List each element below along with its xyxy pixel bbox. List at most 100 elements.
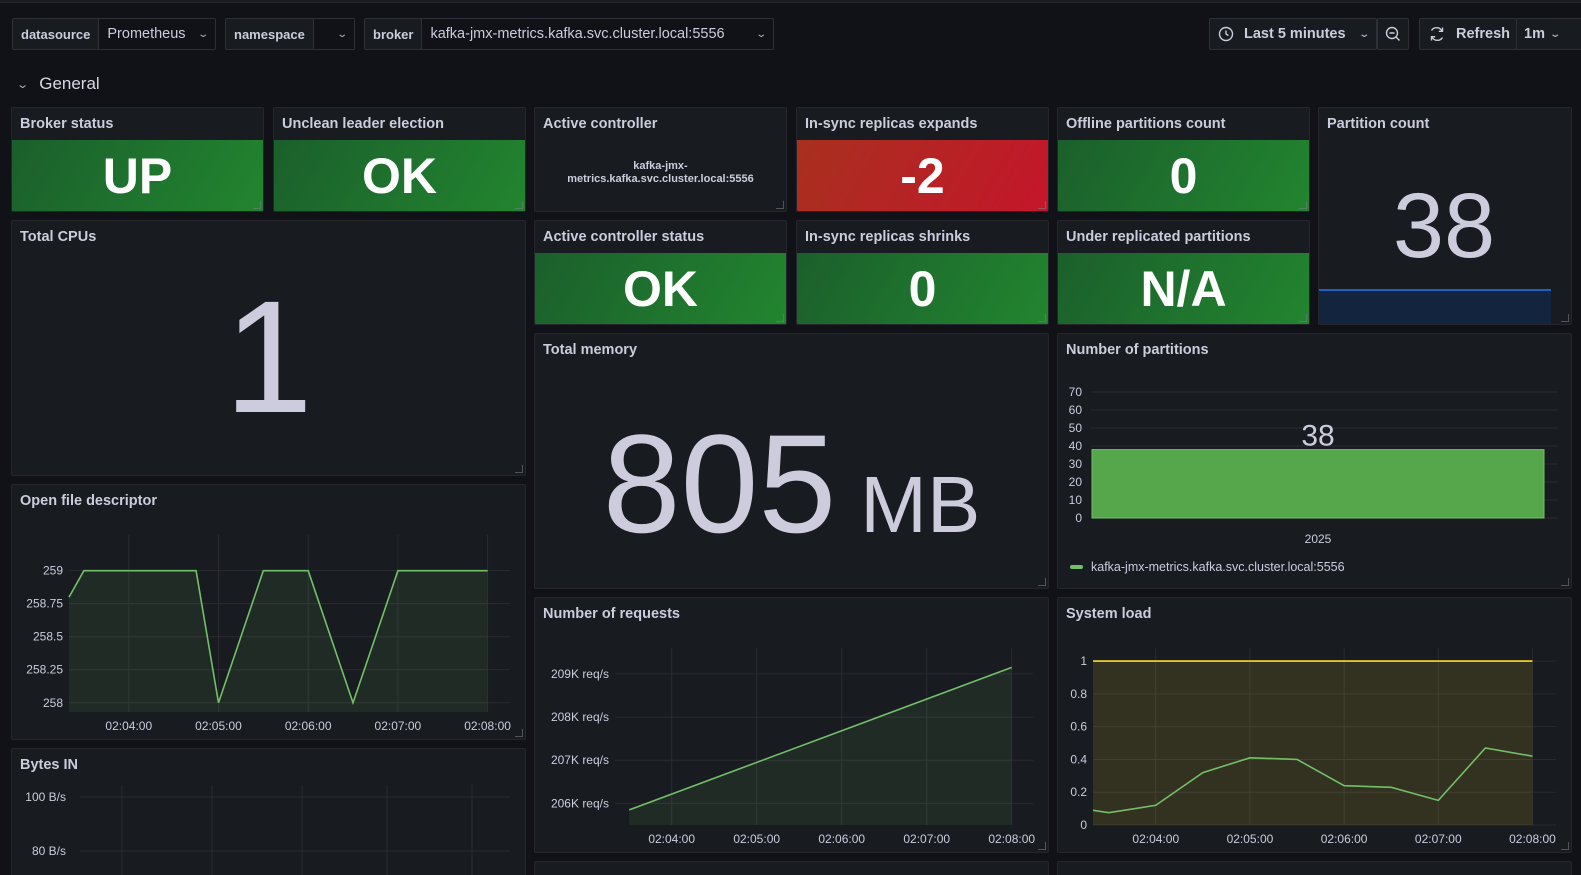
resize-handle[interactable] (1561, 842, 1569, 850)
zoom-out-button[interactable] (1377, 18, 1409, 50)
panel-title: Active controller (543, 116, 658, 132)
chart-system-load: 0 0.2 0.4 0.6 0.8 1 02:04:00 02:05:00 02:06:00 02… (1070, 648, 1556, 846)
stat-value: UP (12, 140, 263, 211)
panel-partial[interactable] (1057, 861, 1572, 875)
y-tick-label: 206K req/s (551, 796, 609, 810)
namespace-label: namespace (226, 19, 314, 49)
top-edge (0, 0, 1581, 3)
panel-number-of-requests[interactable]: Number of requests 206K req/s 207K req/s 2… (534, 597, 1049, 853)
x-tick-label: 02:04:00 (648, 832, 695, 846)
y-tick-label: 70 (1069, 385, 1083, 399)
x-tick-label: 02:08:00 (1509, 832, 1556, 846)
panel-bytes-in[interactable]: Bytes IN 60 B/s80 B/s100 B/s (11, 748, 526, 875)
y-tick-label: 10 (1069, 493, 1083, 507)
refresh-interval-picker[interactable]: 1m ⌄ (1516, 18, 1581, 50)
y-tick-label: 0.8 (1070, 687, 1087, 701)
y-tick-label: 259 (43, 564, 63, 578)
resize-handle[interactable] (1038, 578, 1046, 586)
y-tick-label: 50 (1069, 421, 1083, 435)
panel-open-file-descriptor[interactable]: Open file descriptor 258 258.25 258.5 258.7… (11, 484, 526, 740)
series-area (69, 570, 488, 712)
panel-broker-status[interactable]: Broker status UP (11, 107, 264, 212)
stat-value: 0 (797, 253, 1048, 324)
x-tick-label: 02:06:00 (818, 832, 865, 846)
chart-open-file-descriptor: 258 258.25 258.5 258.75 259 02:04:00 02:05:00 0… (26, 535, 511, 733)
y-tick-label: 258.5 (33, 630, 63, 644)
panel-partition-count[interactable]: Partition count 38 (1318, 107, 1572, 325)
legend-swatch (1070, 565, 1083, 569)
clock-icon (1218, 26, 1234, 42)
y-tick-label: 40 (1069, 439, 1083, 453)
legend-item[interactable]: kafka-jmx-metrics.kafka.svc.cluster.loca… (1070, 560, 1345, 574)
y-tick-label: 0.2 (1070, 785, 1087, 799)
resize-handle[interactable] (1299, 314, 1307, 322)
x-tick-label: 2025 (1305, 532, 1332, 546)
stat-number: 805 (602, 405, 837, 562)
resize-handle[interactable] (1299, 201, 1307, 209)
datasource-variable[interactable]: datasource Prometheus ⌄ (12, 18, 216, 50)
stat-value: -2 (797, 140, 1048, 211)
resize-handle[interactable] (1038, 201, 1046, 209)
chevron-down-icon: ⌄ (335, 28, 348, 40)
legend-label: kafka-jmx-metrics.kafka.svc.cluster.loca… (1091, 560, 1345, 574)
panel-total-cpus[interactable]: Total CPUs 1 (11, 220, 526, 476)
chevron-down-icon: ⌄ (196, 28, 209, 40)
broker-variable[interactable]: broker kafka-jmx-metrics.kafka.svc.clust… (364, 18, 774, 50)
resize-handle[interactable] (1038, 842, 1046, 850)
x-tick-label: 02:04:00 (105, 719, 152, 733)
resize-handle[interactable] (1561, 578, 1569, 586)
panel-offline-partitions[interactable]: Offline partitions count 0 (1057, 107, 1310, 212)
namespace-select[interactable]: ⌄ (313, 19, 354, 49)
panel-active-controller-status[interactable]: Active controller status OK (534, 220, 787, 325)
time-range-picker[interactable]: Last 5 minutes ⌄ (1209, 18, 1377, 50)
chart-number-of-partitions: 0 10 20 30 40 50 60 70 38 2025 (1069, 385, 1558, 546)
chevron-down-icon: ⌄ (1549, 28, 1562, 40)
stat-value: 38 (1392, 175, 1496, 277)
panel-number-of-partitions[interactable]: Number of partitions 0 10 20 30 40 50 60 70 38 20… (1057, 333, 1572, 589)
stat-value-line2: metrics.kafka.svc.cluster.local:5556 (567, 173, 754, 185)
y-tick-label: 0.6 (1070, 720, 1087, 734)
y-tick-label: 30 (1069, 457, 1083, 471)
y-tick-label: 258.25 (26, 663, 63, 677)
panel-system-load[interactable]: System load 0 0.2 0.4 0.6 0.8 1 02:04:00 02:05:… (1057, 597, 1572, 853)
panel-isr-expands[interactable]: In-sync replicas expands -2 (796, 107, 1049, 212)
x-tick-label: 02:05:00 (733, 832, 780, 846)
resize-handle[interactable] (253, 201, 261, 209)
refresh-button[interactable]: Refresh (1419, 18, 1517, 50)
datasource-select[interactable]: Prometheus ⌄ (99, 19, 215, 49)
resize-handle[interactable] (1038, 314, 1046, 322)
y-tick-label: 80 B/s (32, 844, 66, 858)
panel-partial[interactable] (534, 861, 1049, 875)
y-tick-label: 0 (1080, 818, 1087, 832)
zoom-out-icon (1385, 26, 1400, 41)
y-tick-label: 1 (1080, 654, 1087, 668)
series-area-cpus (1093, 661, 1533, 825)
chevron-down-icon: ⌄ (16, 78, 30, 91)
panel-total-memory[interactable]: Total memory 805 MB (534, 333, 1049, 589)
chart-bytes-in: 60 B/s80 B/s100 B/s (25, 785, 510, 875)
x-tick-label: 02:07:00 (375, 719, 422, 733)
x-tick-label: 02:05:00 (195, 719, 242, 733)
resize-handle[interactable] (515, 201, 523, 209)
stat-unit: MB (860, 460, 981, 549)
stat-value-line1: kafka-jmx- (633, 160, 688, 172)
panel-active-controller[interactable]: Active controller kafka-jmx- metrics.kaf… (534, 107, 787, 212)
bar (1091, 449, 1545, 519)
resize-handle[interactable] (515, 729, 523, 737)
panel-unclean-leader-election[interactable]: Unclean leader election OK (273, 107, 526, 212)
resize-handle[interactable] (1561, 314, 1569, 322)
resize-handle[interactable] (776, 314, 784, 322)
panel-title: Partition count (1327, 116, 1430, 132)
broker-label: broker (365, 19, 423, 49)
namespace-variable[interactable]: namespace ⌄ (225, 18, 355, 50)
panel-title: Broker status (20, 116, 114, 132)
panel-under-replicated[interactable]: Under replicated partitions N/A (1057, 220, 1310, 325)
row-general[interactable]: ⌄ General (16, 74, 100, 94)
datasource-value: Prometheus (107, 26, 186, 42)
x-tick-label: 02:07:00 (1415, 832, 1462, 846)
refresh-icon (1430, 26, 1444, 42)
resize-handle[interactable] (515, 465, 523, 473)
panel-isr-shrinks[interactable]: In-sync replicas shrinks 0 (796, 220, 1049, 325)
resize-handle[interactable] (776, 201, 784, 209)
broker-select[interactable]: kafka-jmx-metrics.kafka.svc.cluster.loca… (422, 19, 773, 49)
